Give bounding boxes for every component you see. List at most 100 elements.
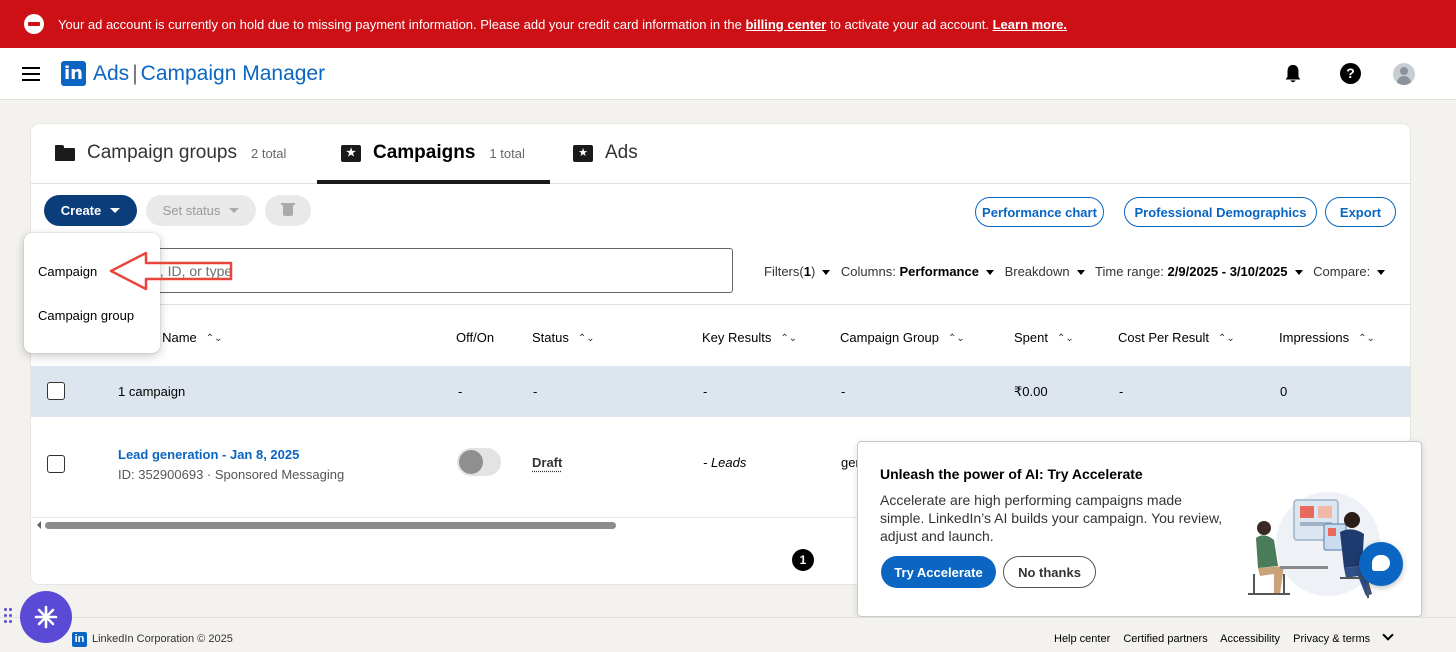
compare-label: Compare: [1313,264,1371,279]
account-hold-banner: Your ad account is currently on hold due… [0,0,1456,48]
sort-icon: ⌃⌄ [1218,333,1235,344]
sort-icon: ⌃⌄ [780,333,798,344]
linkedin-logo[interactable]: in [61,61,86,86]
tab-count: 1 total [489,145,525,161]
accelerate-popup: Unleash the power of AI: Try Accelerate … [857,441,1422,617]
delete-icon[interactable] [265,195,311,226]
column-header-spent[interactable]: Spent ⌃⌄ [1014,330,1074,345]
banner-text: Your ad account is currently on hold due… [58,17,1067,32]
column-label: Cost Per Result [1118,330,1210,345]
error-icon [24,14,44,34]
chevron-down-icon [1377,270,1386,275]
billing-center-link[interactable]: billing center [745,17,826,32]
table-header: gn Name ⌃⌄ Off/On Status ⌃⌄ Key Results ⌃⌄ … [31,304,1410,366]
sort-icon: ⌃⌄ [205,333,223,344]
column-header-status[interactable]: Status ⌃⌄ [532,330,595,345]
set-status-label: Set status [162,203,221,218]
columns-value: Performance [899,264,979,279]
summary-label: 1 campaign [118,384,186,399]
product-name: Ads [93,62,130,85]
column-label: Key Results [702,330,772,345]
campaign-name-link[interactable]: Lead generation - Jan 8, 2025 [118,447,299,462]
campaign-meta: ID: 352900693 · Sponsored Messaging [118,467,345,482]
no-thanks-button[interactable]: No thanks [1003,556,1096,588]
status-badge[interactable]: Draft [532,455,562,470]
title-separator: | [132,62,138,85]
avatar[interactable] [1393,63,1415,85]
pointer-arrow-icon [109,251,233,291]
create-label: Create [60,203,102,218]
footer-link-certified-partners[interactable]: Certified partners [1123,633,1207,645]
sparkle-icon [34,605,58,629]
export-button[interactable]: Export [1325,197,1396,227]
tab-ads[interactable]: ★ Ads [573,142,638,164]
assistant-button[interactable] [20,591,72,643]
compare-dropdown[interactable]: Compare: [1313,264,1392,279]
tab-label: Campaigns [373,142,476,163]
summary-cost-per-result: - [1119,384,1124,399]
footer: in LinkedIn Corporation © 2025 Help cent… [0,617,1456,652]
sort-icon: ⌃⌄ [577,333,595,344]
campaign-toggle[interactable] [457,448,501,476]
chevron-down-icon [229,208,240,213]
chevron-down-icon [985,270,994,275]
column-header-impressions[interactable]: Impressions ⌃⌄ [1279,330,1375,345]
top-navigation: in Ads | Campaign Manager ? [0,48,1456,100]
columns-label: Columns: [840,264,896,279]
banner-message-start: Your ad account is currently on hold due… [58,16,742,32]
column-label: Status [532,330,569,345]
try-accelerate-button[interactable]: Try Accelerate [881,556,996,588]
footer-link-help-center[interactable]: Help center [1054,633,1110,645]
time-range-value: 2/9/2025 - 3/10/2025 [1167,264,1288,279]
scrollbar-thumb[interactable] [45,522,616,529]
column-label: Off/On [456,330,495,345]
footer-link-privacy-terms[interactable]: Privacy & terms [1293,633,1370,645]
chevron-down-icon [1294,270,1303,275]
footer-link-accessibility[interactable]: Accessibility [1220,633,1280,645]
tab-campaign-groups[interactable]: Campaign groups 2 total [55,142,286,164]
filter-bar: Filters(1) Columns: Performance Breakdow… [764,264,1392,279]
help-icon[interactable]: ? [1340,63,1361,84]
drag-handle-icon[interactable] [4,608,12,626]
set-status-button[interactable]: Set status [146,195,256,226]
folder-icon [55,145,75,161]
tab-label: Campaign groups [87,142,237,163]
column-header-key-results[interactable]: Key Results ⌃⌄ [702,330,797,345]
performance-chart-button[interactable]: Performance chart [975,197,1104,227]
page-title: Campaign Manager [140,62,326,85]
breakdown-label: Breakdown [1004,264,1070,279]
notifications-icon[interactable] [1282,63,1304,85]
summary-spent: ₹0.00 [1014,384,1048,399]
column-header-cost-per-result[interactable]: Cost Per Result ⌃⌄ [1118,330,1235,345]
scroll-left-icon[interactable] [37,521,41,529]
filters-close-paren: ) [810,264,816,279]
menu-item-campaign-group[interactable]: Campaign group [38,308,134,323]
tab-bar: Campaign groups 2 total ★ Campaigns 1 to… [31,124,1410,184]
ads-icon: ★ [573,144,593,162]
tab-campaigns[interactable]: ★ Campaigns 1 total [341,142,525,164]
menu-icon[interactable] [22,67,40,81]
professional-demographics-button[interactable]: Professional Demographics [1124,197,1317,227]
create-button[interactable]: Create [44,195,137,226]
summary-campaign-group: - [841,384,846,399]
chevron-down-icon[interactable] [1382,629,1394,641]
menu-item-campaign[interactable]: Campaign [38,264,97,279]
time-range-dropdown[interactable]: Time range: 2/9/2025 - 3/10/2025 [1095,264,1310,279]
breakdown-dropdown[interactable]: Breakdown [1005,264,1092,279]
summary-row: 1 campaign - - - - ₹0.00 - 0 [31,366,1410,417]
sort-icon: ⌃⌄ [1056,333,1074,344]
tab-label: Ads [605,142,638,163]
summary-key-results: - [703,384,708,399]
filters-dropdown[interactable]: Filters(1) [764,264,837,279]
select-all-checkbox[interactable] [47,382,65,400]
row-checkbox[interactable] [47,455,65,473]
sort-icon: ⌃⌄ [1358,333,1375,344]
column-label: Spent [1014,330,1048,345]
banner-message-end: to activate your ad account. [830,16,989,32]
column-header-campaign-group[interactable]: Campaign Group ⌃⌄ [840,330,965,345]
summary-impressions: 0 [1280,384,1288,399]
pagination-page[interactable]: 1 [792,549,814,571]
chat-icon[interactable] [1359,542,1403,586]
learn-more-link[interactable]: Learn more. [993,17,1067,32]
columns-dropdown[interactable]: Columns: Performance [841,264,1001,279]
